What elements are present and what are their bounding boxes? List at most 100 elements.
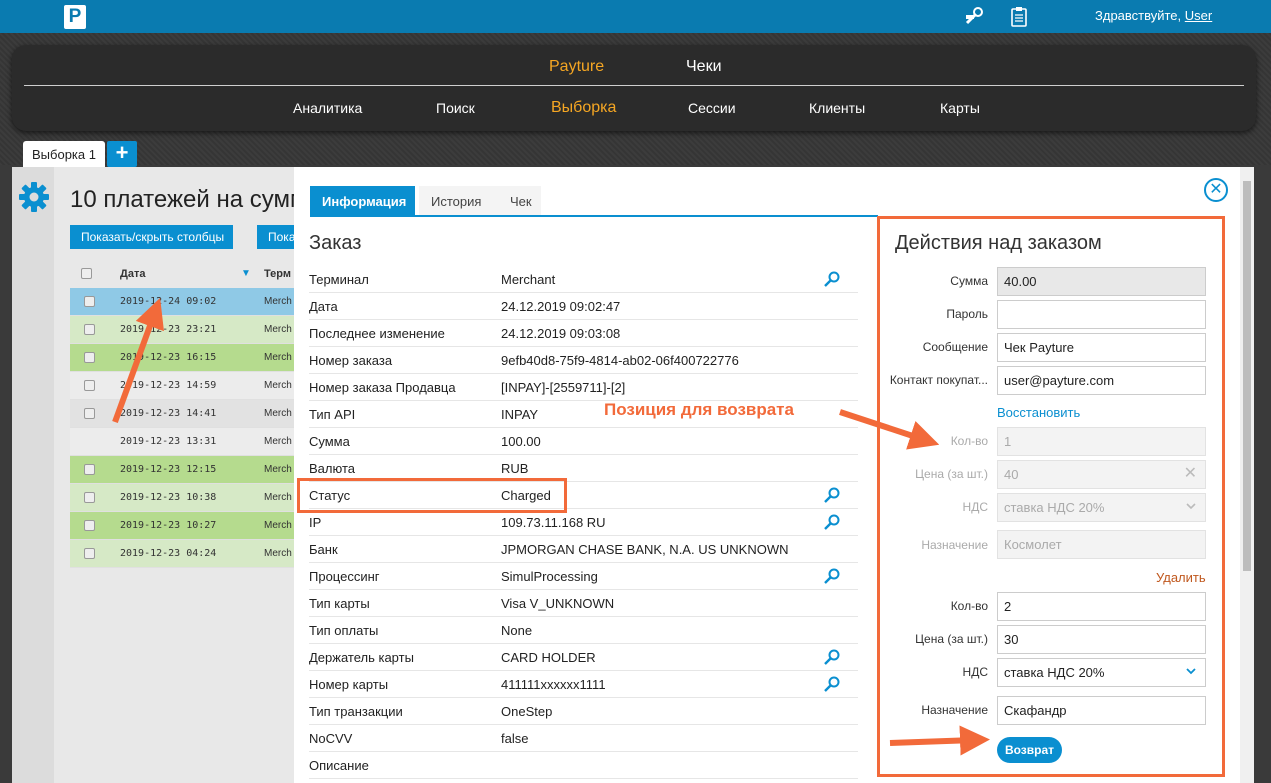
nav-cards[interactable]: Карты <box>940 100 980 116</box>
search-icon[interactable] <box>823 486 841 504</box>
delete-link[interactable]: Удалить <box>1156 570 1206 585</box>
greeting: Здравствуйте, User <box>1095 8 1212 23</box>
pos2-price-label: Цена (за шт.) <box>915 632 988 646</box>
order-field-row: Дата 24.12.2019 09:02:47 <box>309 293 858 320</box>
row-terminal: Merch <box>264 324 292 335</box>
table-row[interactable]: 2019-12-23 12:15 Merch <box>70 456 297 484</box>
table-row[interactable]: 2019-12-23 13:31 Merch <box>70 428 297 456</box>
clear-icon[interactable]: ✕ <box>1184 466 1197 482</box>
clipboard-icon[interactable] <box>1008 6 1030 28</box>
pos1-purpose-input[interactable]: Космолет <box>997 530 1206 559</box>
scrollbar-thumb[interactable] <box>1243 181 1251 571</box>
tools-icon[interactable] <box>963 6 985 28</box>
col-terminal[interactable]: Терм <box>264 268 291 280</box>
sort-desc-icon[interactable]: ▼ <box>241 268 251 279</box>
field-value: false <box>501 731 529 746</box>
field-key: Терминал <box>309 272 369 287</box>
field-value: RUB <box>501 461 529 476</box>
pos1-purpose-label: Назначение <box>921 538 988 552</box>
table-row[interactable]: 2019-12-23 16:15 Merch <box>70 344 297 372</box>
nav-receipts[interactable]: Чеки <box>686 58 722 76</box>
search-icon[interactable] <box>823 675 841 693</box>
scrollbar[interactable] <box>1240 167 1254 783</box>
pos1-price-input[interactable]: 40 ✕ <box>997 460 1206 489</box>
close-icon[interactable]: ✕ <box>1204 178 1228 202</box>
password-label: Пароль <box>946 307 988 321</box>
field-key: Номер заказа Продавца <box>309 380 456 395</box>
tab-selection-1[interactable]: Выборка 1 <box>23 141 105 167</box>
row-checkbox[interactable] <box>84 324 95 335</box>
amount-input[interactable]: 40.00 <box>997 267 1206 296</box>
nav-payture[interactable]: Payture <box>549 58 604 76</box>
search-icon[interactable] <box>823 648 841 666</box>
table-row[interactable]: 2019-12-24 09:02 Merch <box>70 288 297 316</box>
nav-analytics[interactable]: Аналитика <box>293 100 362 116</box>
search-icon[interactable] <box>823 513 841 531</box>
row-checkbox[interactable] <box>84 352 95 363</box>
gear-icon[interactable] <box>18 181 50 213</box>
search-icon[interactable] <box>823 567 841 585</box>
pos2-purpose-input[interactable]: Скафандр <box>997 696 1206 725</box>
nav-search[interactable]: Поиск <box>436 100 475 116</box>
tab-receipt[interactable]: Чек <box>498 186 541 216</box>
table-row[interactable]: 2019-12-23 14:59 Merch <box>70 372 297 400</box>
row-date: 2019-12-23 13:31 <box>120 436 217 447</box>
message-label: Сообщение <box>922 340 988 354</box>
row-checkbox[interactable] <box>84 492 95 503</box>
row-date: 2019-12-23 23:21 <box>120 324 217 335</box>
status-highlight-box <box>297 478 567 513</box>
table-row[interactable]: 2019-12-23 14:41 Merch <box>70 400 297 428</box>
contact-input[interactable]: user@payture.com <box>997 366 1206 395</box>
field-value: None <box>501 623 533 638</box>
nav-clients[interactable]: Клиенты <box>809 100 865 116</box>
toggle-columns-button[interactable]: Показать/скрыть столбцы <box>70 225 233 249</box>
order-field-row: Тип оплаты None <box>309 617 858 644</box>
user-link[interactable]: User <box>1185 8 1212 23</box>
field-value: CARD HOLDER <box>501 650 596 665</box>
order-field-row: Последнее изменение 24.12.2019 09:03:08 <box>309 320 858 347</box>
tab-history[interactable]: История <box>419 186 498 216</box>
row-checkbox[interactable] <box>84 408 95 419</box>
password-input[interactable] <box>997 300 1206 329</box>
add-tab-button[interactable]: + <box>107 141 137 167</box>
row-terminal: Merch <box>264 436 292 447</box>
row-terminal: Merch <box>264 492 292 503</box>
pos2-vat-select[interactable]: ставка НДС 20% <box>997 658 1206 687</box>
restore-link[interactable]: Восстановить <box>997 405 1080 420</box>
message-input[interactable]: Чек Payture <box>997 333 1206 362</box>
table-row[interactable]: 2019-12-23 23:21 Merch <box>70 316 297 344</box>
search-icon[interactable] <box>823 270 841 288</box>
pos2-qty-input[interactable]: 2 <box>997 592 1206 621</box>
row-checkbox[interactable] <box>84 380 95 391</box>
order-field-row: Описание <box>309 752 858 779</box>
row-date: 2019-12-23 10:38 <box>120 492 217 503</box>
field-key: Последнее изменение <box>309 326 445 341</box>
field-value: SimulProcessing <box>501 569 598 584</box>
pos2-price-input[interactable]: 30 <box>997 625 1206 654</box>
row-checkbox[interactable] <box>84 520 95 531</box>
row-checkbox[interactable] <box>84 296 95 307</box>
field-value: 24.12.2019 09:03:08 <box>501 326 621 341</box>
row-checkbox[interactable] <box>84 548 95 559</box>
pos1-vat-select[interactable]: ставка НДС 20% <box>997 493 1206 522</box>
order-field-row: Держатель карты CARD HOLDER <box>309 644 858 671</box>
select-all-checkbox[interactable] <box>81 268 92 279</box>
col-date[interactable]: Дата <box>120 268 145 280</box>
table-row[interactable]: 2019-12-23 04:24 Merch <box>70 540 297 568</box>
nav-divider <box>24 85 1244 86</box>
table-row[interactable]: 2019-12-23 10:27 Merch <box>70 512 297 540</box>
table-row[interactable]: 2019-12-23 10:38 Merch <box>70 484 297 512</box>
field-key: Тип транзакции <box>309 704 403 719</box>
pos1-qty-input[interactable]: 1 <box>997 427 1206 456</box>
field-key: Валюта <box>309 461 355 476</box>
field-key: IP <box>309 515 322 530</box>
row-checkbox[interactable] <box>84 464 95 475</box>
field-key: Банк <box>309 542 338 557</box>
nav-sessions[interactable]: Сессии <box>688 100 736 116</box>
payture-logo[interactable]: P <box>64 5 86 29</box>
tab-info[interactable]: Информация <box>310 186 415 216</box>
row-terminal: Merch <box>264 296 292 307</box>
nav-selection[interactable]: Выборка <box>551 99 616 117</box>
show-button[interactable]: Пока <box>257 225 297 249</box>
refund-button[interactable]: Возврат <box>997 737 1062 763</box>
